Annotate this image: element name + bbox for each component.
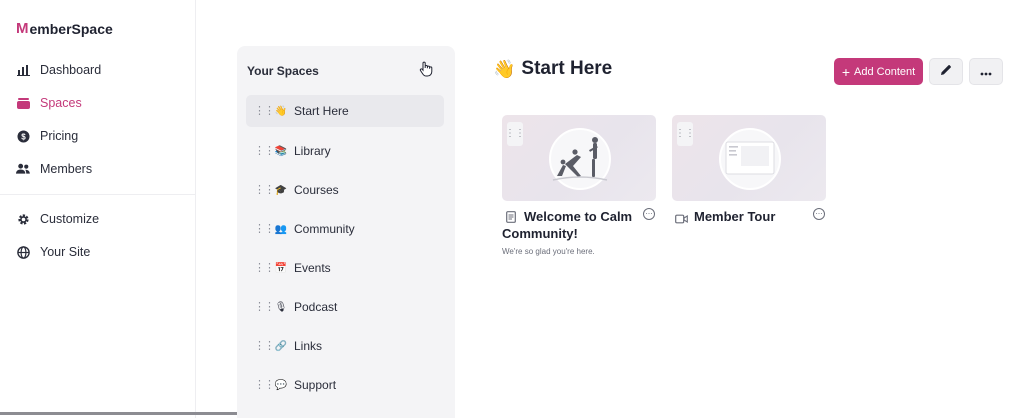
chart-icon xyxy=(16,63,30,77)
card-title[interactable]: Welcome to Calm xyxy=(524,208,632,225)
tour-screenshot-image xyxy=(719,128,781,190)
space-item-label: Support xyxy=(294,378,337,392)
space-item-events[interactable]: ⋮⋮ 📅 Events xyxy=(246,252,444,284)
dollar-icon: $ xyxy=(16,129,30,143)
drag-handle-icon[interactable]: ⋮⋮ xyxy=(505,122,525,146)
drag-handle-icon[interactable]: ⋮⋮ xyxy=(254,302,275,313)
space-item-label: Community xyxy=(294,222,355,236)
drag-handle-icon[interactable]: ⋮⋮ xyxy=(254,341,275,352)
space-item-label: Events xyxy=(294,261,331,275)
nav-label: Pricing xyxy=(40,129,79,143)
nav-divider xyxy=(0,194,196,195)
spaces-icon xyxy=(16,96,30,110)
page-title-text: Start Here xyxy=(521,58,613,79)
drag-handle-icon[interactable]: ⋮⋮ xyxy=(254,224,275,235)
card-subtitle: We're so glad you're here. xyxy=(502,247,595,256)
svg-text:$: $ xyxy=(21,132,26,141)
card-title-line-2[interactable]: Community! xyxy=(502,225,578,242)
space-item-community[interactable]: ⋮⋮ 👥 Community xyxy=(246,213,444,245)
nav-label: Dashboard xyxy=(40,63,102,77)
card-more-icon[interactable]: ⋯ xyxy=(643,208,655,220)
space-item-label: Start Here xyxy=(294,104,349,118)
nav-item-your-site[interactable]: Your Site xyxy=(16,242,90,262)
space-item-start-here[interactable]: ⋮⋮ 👋 Start Here xyxy=(246,95,444,127)
members-icon xyxy=(16,162,30,176)
logo-mark: M xyxy=(16,20,29,37)
nav-item-customize[interactable]: Customize xyxy=(16,209,99,229)
wave-icon: 👋 xyxy=(493,58,516,79)
space-item-label: Links xyxy=(294,339,323,353)
space-item-courses[interactable]: ⋮⋮ 🎓 Courses xyxy=(246,174,444,206)
wave-icon: 👋 xyxy=(274,105,288,117)
space-item-links[interactable]: ⋮⋮ 🔗 Links xyxy=(246,330,444,362)
left-nav: M emberSpace Dashboard Spaces $ Pricing … xyxy=(0,0,196,418)
gear-icon xyxy=(16,212,30,226)
page-title: 👋 Start Here xyxy=(493,58,612,80)
space-item-label: Podcast xyxy=(294,300,338,314)
space-item-support[interactable]: ⋮⋮ 💬 Support xyxy=(246,369,444,401)
people-icon: 👥 xyxy=(274,223,288,235)
space-item-label: Courses xyxy=(294,183,339,197)
microphone-icon: 🎙 xyxy=(274,301,288,313)
more-options-button[interactable] xyxy=(969,58,1003,85)
nav-item-dashboard[interactable]: Dashboard xyxy=(16,60,101,80)
space-item-podcast[interactable]: ⋮⋮ 🎙 Podcast xyxy=(246,291,444,323)
drag-handle-icon[interactable]: ⋮⋮ xyxy=(254,146,275,157)
edit-button[interactable] xyxy=(929,58,963,85)
nav-label: Customize xyxy=(40,212,100,226)
card-more-icon[interactable]: ⋯ xyxy=(813,208,825,220)
nav-label: Spaces xyxy=(40,96,82,110)
video-icon xyxy=(675,211,688,229)
more-horizontal-icon xyxy=(980,63,992,81)
drag-handle-icon[interactable]: ⋮⋮ xyxy=(254,106,275,117)
link-icon: 🔗 xyxy=(274,340,288,352)
drag-handle-icon[interactable]: ⋮⋮ xyxy=(254,263,275,274)
content-card-thumbnail[interactable]: ⋮⋮ xyxy=(672,115,826,201)
drag-handle-icon[interactable]: ⋮⋮ xyxy=(254,185,275,196)
speech-bubble-icon: 💬 xyxy=(274,379,288,391)
space-item-library[interactable]: ⋮⋮ 📚 Library xyxy=(246,135,444,167)
drag-handle-icon[interactable]: ⋮⋮ xyxy=(254,380,275,391)
nav-label: Your Site xyxy=(40,245,91,259)
drag-handle-icon[interactable]: ⋮⋮ xyxy=(675,122,695,146)
nav-item-members[interactable]: Members xyxy=(16,159,92,179)
spaces-panel: Your Spaces ⋮⋮ 👋 Start Here ⋮⋮ 📚 Library… xyxy=(237,46,455,418)
nav-item-spaces[interactable]: Spaces xyxy=(16,93,82,113)
pencil-icon xyxy=(940,63,952,81)
logo-text: emberSpace xyxy=(29,20,113,37)
calendar-icon: 📅 xyxy=(274,262,288,274)
card-title[interactable]: Member Tour xyxy=(694,208,775,225)
books-icon: 📚 xyxy=(274,145,288,157)
content-card-thumbnail[interactable]: ⋮⋮ xyxy=(502,115,656,201)
spaces-panel-title: Your Spaces xyxy=(247,64,319,78)
graduation-cap-icon: 🎓 xyxy=(274,184,288,196)
space-item-label: Library xyxy=(294,144,331,158)
yoga-image xyxy=(549,128,611,190)
plus-icon: + xyxy=(841,63,851,80)
logo[interactable]: M emberSpace xyxy=(16,20,113,37)
nav-label: Members xyxy=(40,162,93,176)
nav-item-pricing[interactable]: $ Pricing xyxy=(16,126,78,146)
hand-cursor-icon xyxy=(419,61,433,82)
add-content-button[interactable]: + Add Content xyxy=(834,58,923,85)
globe-icon xyxy=(16,245,30,259)
add-content-label: Add Content xyxy=(854,65,916,78)
